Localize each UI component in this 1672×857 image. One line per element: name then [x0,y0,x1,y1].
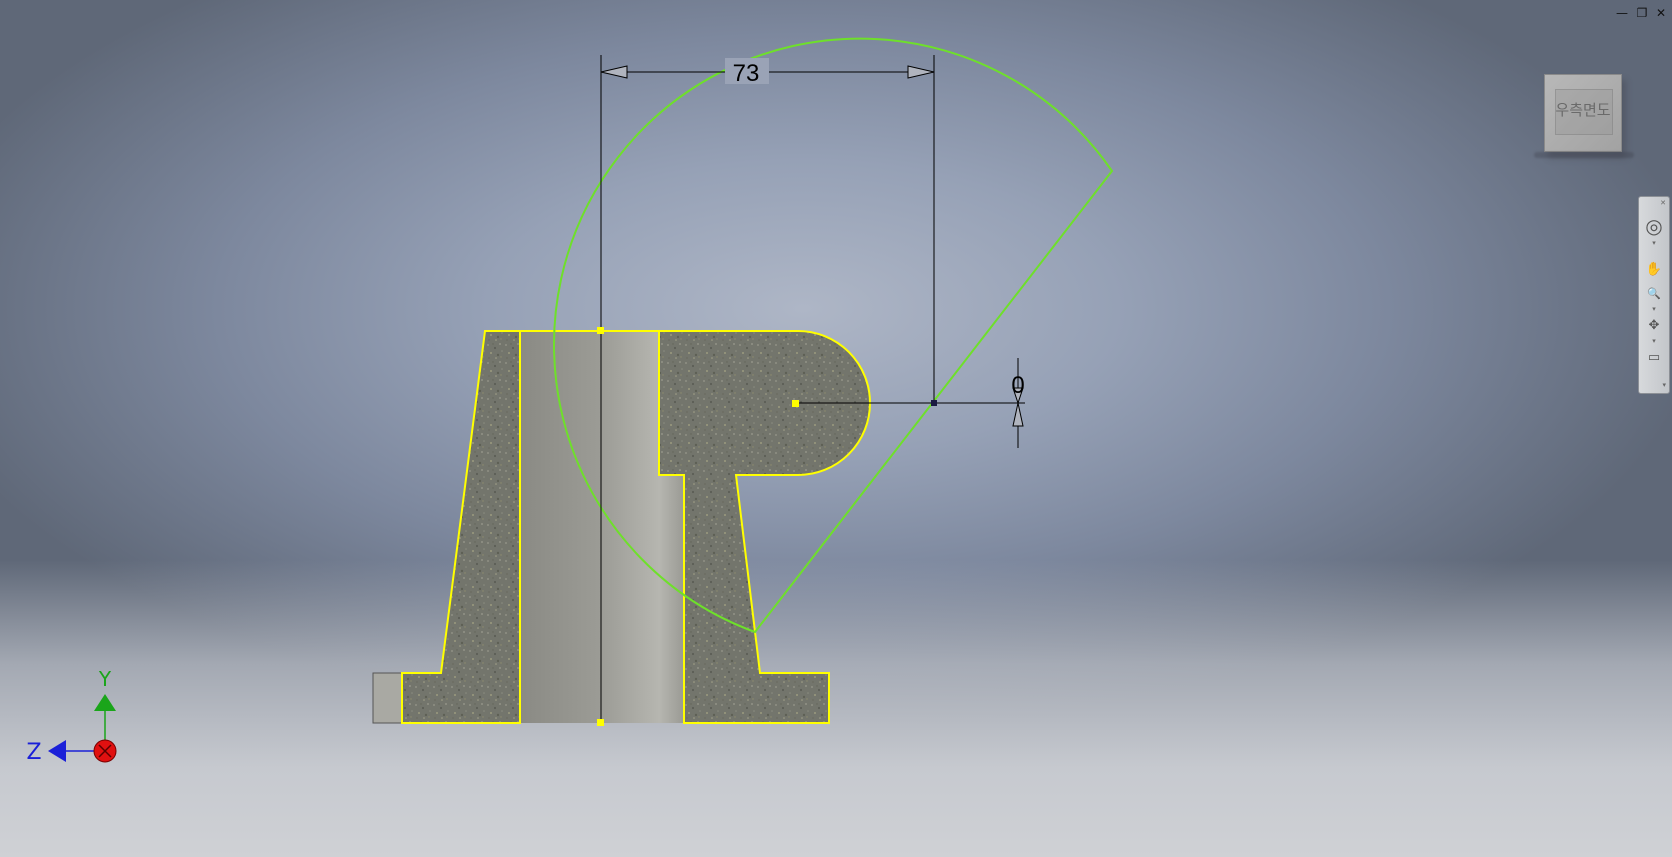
dimension-arrow-left [600,65,628,79]
viewcube-label: 우측면도 [1555,101,1611,119]
dimension-value-angular[interactable]: 0 [1011,372,1024,399]
dimension-value-horizontal[interactable]: 73 [733,60,760,87]
look-at-icon[interactable]: ▭ [1639,347,1669,369]
orbit-icon[interactable]: ✥ [1639,315,1669,337]
y-axis-label: Y [98,667,112,691]
steering-wheel-icon[interactable]: ◎ [1639,215,1669,237]
steering-wheel-dropdown-icon[interactable]: ▾ [1639,239,1669,247]
y-axis-arrow [94,694,116,711]
boss-center-point[interactable] [792,400,799,407]
axis-point-bottom[interactable] [597,719,604,726]
dimension-arrow-right [907,65,935,79]
zoom-dropdown-icon[interactable]: ▾ [1639,305,1669,313]
z-axis-arrow [48,740,66,762]
pan-icon[interactable]: ✋ [1639,259,1669,281]
navbar-close-icon[interactable]: ✕ [1639,199,1669,207]
z-axis-label: Z [26,740,41,765]
viewcube[interactable]: 우측면도 [1544,74,1622,152]
preview-intersection-point [931,400,937,406]
flange-stub [372,672,404,724]
section-left-wall[interactable] [401,330,521,724]
dimension-arrow-bottom [1012,402,1024,427]
orbit-dropdown-icon[interactable]: ▾ [1639,337,1669,345]
viewcube-shadow [1534,152,1634,158]
model-scene[interactable]: 73 0 Y Z [0,0,1672,857]
axis-point-top[interactable] [597,327,604,334]
zoom-icon[interactable]: 🔍 [1639,283,1669,305]
section-right-wall[interactable] [658,330,871,724]
navigation-bar: ✕ ◎ ▾ ✋ 🔍 ▾ ✥ ▾ ▭ ▾ [1638,196,1670,394]
navbar-customize-icon[interactable]: ▾ [1639,381,1669,389]
